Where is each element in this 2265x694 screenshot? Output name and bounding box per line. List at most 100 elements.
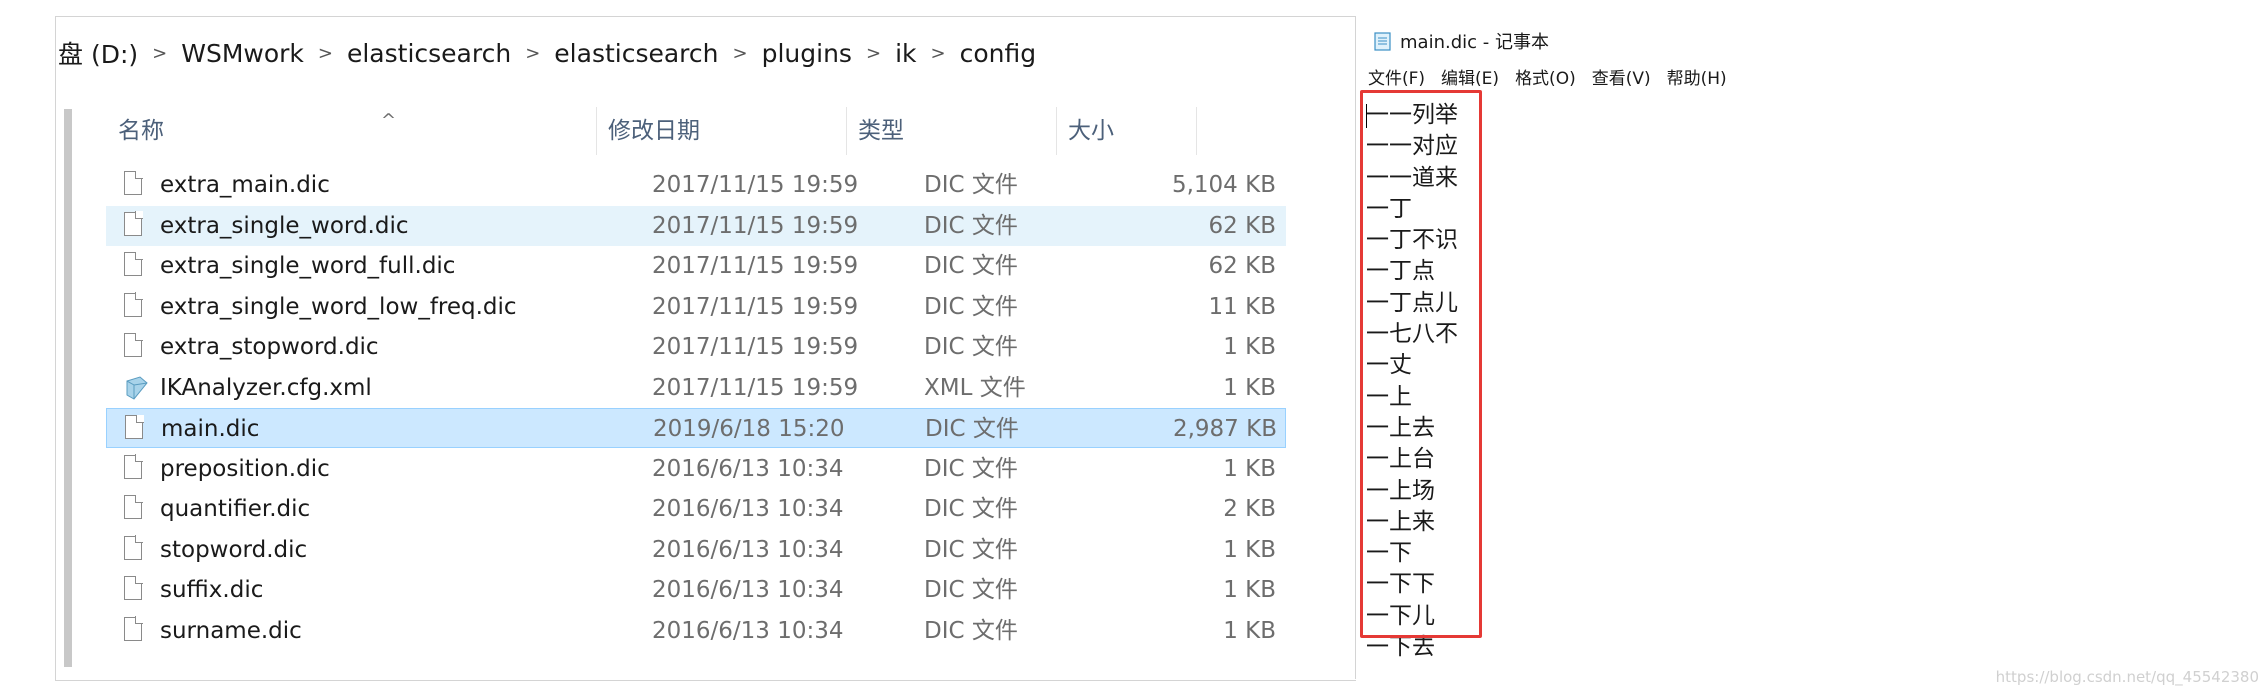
file-name: surname.dic xyxy=(160,617,302,644)
file-icon xyxy=(124,211,144,238)
file-type: DIC 文件 xyxy=(925,416,1019,442)
file-date: 2019/6/18 15:20 xyxy=(653,416,845,442)
breadcrumb-chevron-icon[interactable]: > xyxy=(312,43,339,64)
notepad-menu-item[interactable]: 格式(O) xyxy=(1515,64,1576,94)
column-header-name[interactable]: 名称 ^ xyxy=(106,107,597,155)
notepad-text-area[interactable]: 一一列举 一一对应 一一道来 一丁 一丁不识 一丁点 一丁点儿 一七八不 一丈 一上 一上去 一上台一… xyxy=(1366,100,2246,660)
file-name: preposition.dic xyxy=(160,455,330,482)
file-name: extra_single_word_low_freq.dic xyxy=(160,293,517,320)
breadcrumb-item[interactable]: config xyxy=(952,39,1045,68)
text-line: 一丈 xyxy=(1366,350,2246,381)
text-line: 一七八不 xyxy=(1366,319,2246,350)
file-row[interactable]: IKAnalyzer.cfg.xml 2017/11/15 19:59 XML 文件… xyxy=(106,368,1286,408)
text-line: 一上 xyxy=(1366,382,2246,413)
file-icon xyxy=(124,535,144,562)
breadcrumb-item[interactable]: 盘 (D:) xyxy=(56,35,146,71)
notepad-title: main.dic - 记事本 xyxy=(1400,32,1549,53)
text-line: 一下儿 xyxy=(1366,601,2246,632)
file-size: 1 KB xyxy=(1223,334,1276,360)
file-row[interactable]: quantifier.dic 2016/6/13 10:34 DIC 文件 2 KB xyxy=(106,489,1286,529)
file-icon xyxy=(124,454,144,481)
file-row[interactable]: main.dic 2019/6/18 15:20 DIC 文件 2,987 KB xyxy=(106,408,1286,448)
file-icon xyxy=(124,292,144,319)
file-row[interactable]: surname.dic 2016/6/13 10:34 DIC 文件 1 KB xyxy=(106,611,1286,651)
file-icon xyxy=(124,575,144,602)
breadcrumb-item[interactable]: WSMwork xyxy=(173,39,312,68)
column-header-date-label: 修改日期 xyxy=(608,118,700,144)
breadcrumb-item[interactable]: plugins xyxy=(754,39,860,68)
file-name: extra_single_word.dic xyxy=(160,212,409,239)
file-date: 2016/6/13 10:34 xyxy=(652,536,844,563)
scrollbar-thumb[interactable] xyxy=(64,109,72,667)
text-line: 一上去 xyxy=(1366,413,2246,444)
sort-ascending-icon: ^ xyxy=(381,110,397,131)
notepad-menu-item[interactable]: 查看(V) xyxy=(1592,64,1651,94)
file-row[interactable]: extra_main.dic 2017/11/15 19:59 DIC 文件 5,10… xyxy=(106,165,1286,205)
column-headers: 名称 ^ 修改日期 类型 大小 xyxy=(56,107,1236,155)
column-header-name-label: 名称 xyxy=(118,118,164,144)
text-line: 一下去 xyxy=(1366,632,2246,660)
file-type: DIC 文件 xyxy=(924,577,1018,603)
text-line: 一丁点 xyxy=(1366,256,2246,287)
breadcrumb-item[interactable]: elasticsearch xyxy=(546,39,726,68)
text-line: 一丁点儿 xyxy=(1366,288,2246,319)
file-list-area: 名称 ^ 修改日期 类型 大小 extra_main.dic 2017/11/15… xyxy=(56,89,1356,679)
file-size: 2 KB xyxy=(1223,496,1276,522)
file-name: IKAnalyzer.cfg.xml xyxy=(160,374,372,401)
file-name: extra_single_word_full.dic xyxy=(160,253,456,279)
text-line: 一一道来 xyxy=(1366,163,2246,194)
column-header-date[interactable]: 修改日期 xyxy=(596,107,847,155)
text-line: 一上场 xyxy=(1366,476,2246,507)
file-name: main.dic xyxy=(161,416,260,442)
column-header-size[interactable]: 大小 xyxy=(1056,107,1197,155)
red-highlight-box xyxy=(1360,90,1482,638)
file-row[interactable]: preposition.dic 2016/6/13 10:34 DIC 文件 1 KB xyxy=(106,449,1286,489)
file-type: DIC 文件 xyxy=(924,617,1018,644)
file-size: 1 KB xyxy=(1223,455,1276,482)
file-size: 5,104 KB xyxy=(1171,172,1276,198)
file-type: DIC 文件 xyxy=(924,253,1018,279)
file-size: 1 KB xyxy=(1223,577,1276,603)
file-row[interactable]: extra_single_word.dic 2017/11/15 19:59 DIC… xyxy=(106,205,1286,246)
text-line: 一一列举 xyxy=(1366,100,2246,131)
breadcrumb-chevron-icon[interactable]: > xyxy=(146,43,173,64)
breadcrumb: 盘 (D:) > WSMwork > elasticsearch > elasticsear… xyxy=(56,17,1356,89)
file-name: suffix.dic xyxy=(160,577,264,603)
file-type: DIC 文件 xyxy=(924,536,1018,563)
breadcrumb-chevron-icon[interactable]: > xyxy=(925,43,952,64)
file-date: 2016/6/13 10:34 xyxy=(652,455,844,482)
file-icon xyxy=(124,170,144,197)
text-line: 一上来 xyxy=(1366,507,2246,538)
file-type: DIC 文件 xyxy=(924,172,1018,198)
notepad-window: main.dic - 记事本 文件(F) 编辑(E) 格式(O) 查看(V) 帮助(H)… xyxy=(1355,16,2265,679)
file-explorer-window: 盘 (D:) > WSMwork > elasticsearch > elasticsear… xyxy=(55,16,1356,681)
file-row[interactable]: extra_single_word_low_freq.dic 2017/11/15… xyxy=(106,287,1286,327)
file-type: DIC 文件 xyxy=(924,334,1018,360)
file-name: extra_stopword.dic xyxy=(160,334,379,360)
file-icon xyxy=(124,616,144,643)
file-row[interactable]: suffix.dic 2016/6/13 10:34 DIC 文件 1 KB xyxy=(106,570,1286,610)
column-header-type[interactable]: 类型 xyxy=(846,107,1057,155)
breadcrumb-chevron-icon[interactable]: > xyxy=(860,43,887,64)
file-date: 2017/11/15 19:59 xyxy=(652,293,859,320)
file-type: DIC 文件 xyxy=(924,455,1018,482)
file-date: 2017/11/15 19:59 xyxy=(652,253,859,279)
notepad-menu-item[interactable]: 帮助(H) xyxy=(1667,64,1727,94)
file-row[interactable]: extra_single_word_full.dic 2017/11/15 19:… xyxy=(106,246,1286,286)
file-date: 2017/11/15 19:59 xyxy=(652,374,859,401)
file-name: extra_main.dic xyxy=(160,172,330,198)
file-row[interactable]: stopword.dic 2016/6/13 10:34 DIC 文件 1 KB xyxy=(106,530,1286,570)
vertical-scrollbar[interactable] xyxy=(64,109,72,667)
breadcrumb-chevron-icon[interactable]: > xyxy=(727,43,754,64)
text-line: 一丁不识 xyxy=(1366,225,2246,256)
file-date: 2016/6/13 10:34 xyxy=(652,577,844,603)
file-size: 62 KB xyxy=(1208,212,1276,239)
breadcrumb-item[interactable]: ik xyxy=(887,39,924,68)
file-date: 2017/11/15 19:59 xyxy=(652,212,859,239)
breadcrumb-chevron-icon[interactable]: > xyxy=(519,43,546,64)
xml-file-icon xyxy=(124,374,148,400)
breadcrumb-item[interactable]: elasticsearch xyxy=(339,39,519,68)
file-size: 1 KB xyxy=(1223,536,1276,563)
file-row[interactable]: extra_stopword.dic 2017/11/15 19:59 DIC 文件… xyxy=(106,327,1286,367)
notepad-icon xyxy=(1374,32,1391,51)
